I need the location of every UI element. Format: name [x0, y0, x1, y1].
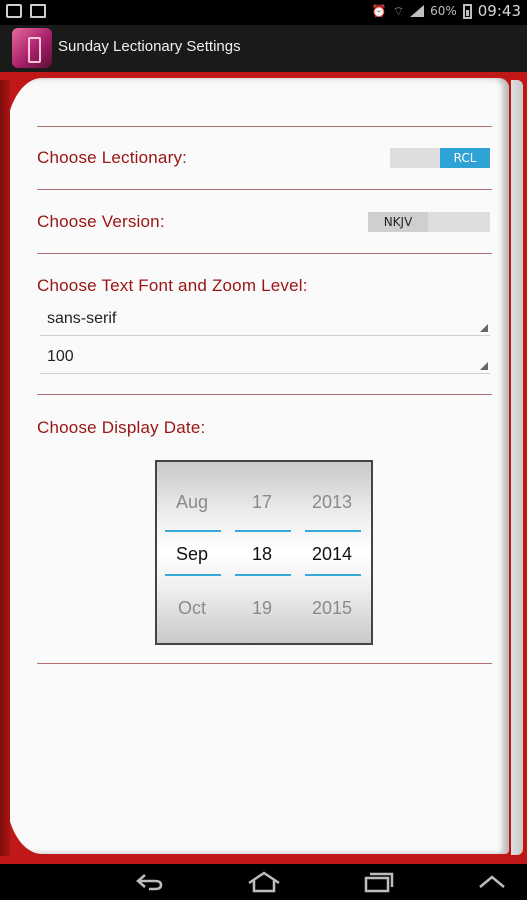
- dropdown-arrow-icon: [480, 362, 488, 370]
- picker-selection-line: [305, 530, 361, 532]
- month-next[interactable]: Oct: [161, 598, 223, 619]
- divider: [37, 663, 492, 664]
- font-zoom-label: Choose Text Font and Zoom Level:: [37, 276, 308, 295]
- image-icon: [6, 4, 22, 18]
- month-prev[interactable]: Aug: [161, 492, 223, 513]
- divider: [37, 126, 492, 127]
- signal-icon: [410, 4, 425, 18]
- year-column[interactable]: 2013 2014 2015: [301, 462, 363, 643]
- lectionary-toggle-value: RCL: [440, 148, 490, 168]
- divider: [37, 253, 492, 254]
- font-spinner-value: sans-serif: [47, 310, 117, 327]
- action-bar: Sunday Lectionary Settings: [0, 25, 527, 72]
- day-selected[interactable]: 18: [231, 544, 293, 565]
- status-right-icons: ⏰ ⌔ 60% 09:43: [372, 2, 521, 20]
- year-prev[interactable]: 2013: [301, 492, 363, 513]
- home-icon[interactable]: [244, 868, 284, 896]
- month-column[interactable]: Aug Sep Oct: [161, 462, 223, 643]
- status-left-icons: [6, 4, 46, 18]
- alarm-icon: ⏰: [371, 4, 387, 18]
- back-icon[interactable]: [130, 868, 170, 896]
- battery-percent: 60%: [430, 4, 457, 18]
- divider: [37, 394, 492, 395]
- navigation-bar: [0, 864, 527, 900]
- app-icon[interactable]: [12, 28, 52, 68]
- picker-selection-line: [235, 530, 291, 532]
- recent-apps-icon[interactable]: [358, 868, 398, 896]
- status-bar: ⏰ ⌔ 60% 09:43: [0, 0, 527, 25]
- version-toggle[interactable]: NKJV: [368, 212, 490, 232]
- clipboard-icon: [30, 4, 46, 18]
- picker-selection-line: [165, 530, 221, 532]
- version-toggle-value: NKJV: [368, 212, 428, 232]
- picker-selection-line: [165, 574, 221, 576]
- lectionary-toggle[interactable]: RCL: [390, 148, 490, 168]
- picker-selection-line: [305, 574, 361, 576]
- divider: [37, 189, 492, 190]
- year-next[interactable]: 2015: [301, 598, 363, 619]
- status-time: 09:43: [477, 2, 521, 20]
- month-selected[interactable]: Sep: [161, 544, 223, 565]
- day-prev[interactable]: 17: [231, 492, 293, 513]
- book-spine: [0, 80, 10, 856]
- display-date-label: Choose Display Date:: [37, 418, 206, 437]
- up-chevron-icon[interactable]: [472, 868, 512, 896]
- lectionary-label: Choose Lectionary:: [37, 148, 188, 167]
- book-page-edge: [511, 80, 523, 855]
- zoom-spinner-value: 100: [47, 348, 74, 365]
- year-selected[interactable]: 2014: [301, 544, 363, 565]
- dropdown-arrow-icon: [480, 324, 488, 332]
- picker-selection-line: [235, 574, 291, 576]
- wifi-icon: ⌔: [392, 3, 405, 18]
- zoom-spinner[interactable]: 100: [40, 344, 490, 374]
- day-column[interactable]: 17 18 19: [231, 462, 293, 643]
- day-next[interactable]: 19: [231, 598, 293, 619]
- app-title: Sunday Lectionary Settings: [58, 38, 241, 55]
- date-picker[interactable]: Aug Sep Oct 17 18 19 2013 2014 2015: [155, 460, 373, 645]
- font-spinner[interactable]: sans-serif: [40, 306, 490, 336]
- version-label: Choose Version:: [37, 212, 165, 231]
- battery-icon: [462, 3, 472, 19]
